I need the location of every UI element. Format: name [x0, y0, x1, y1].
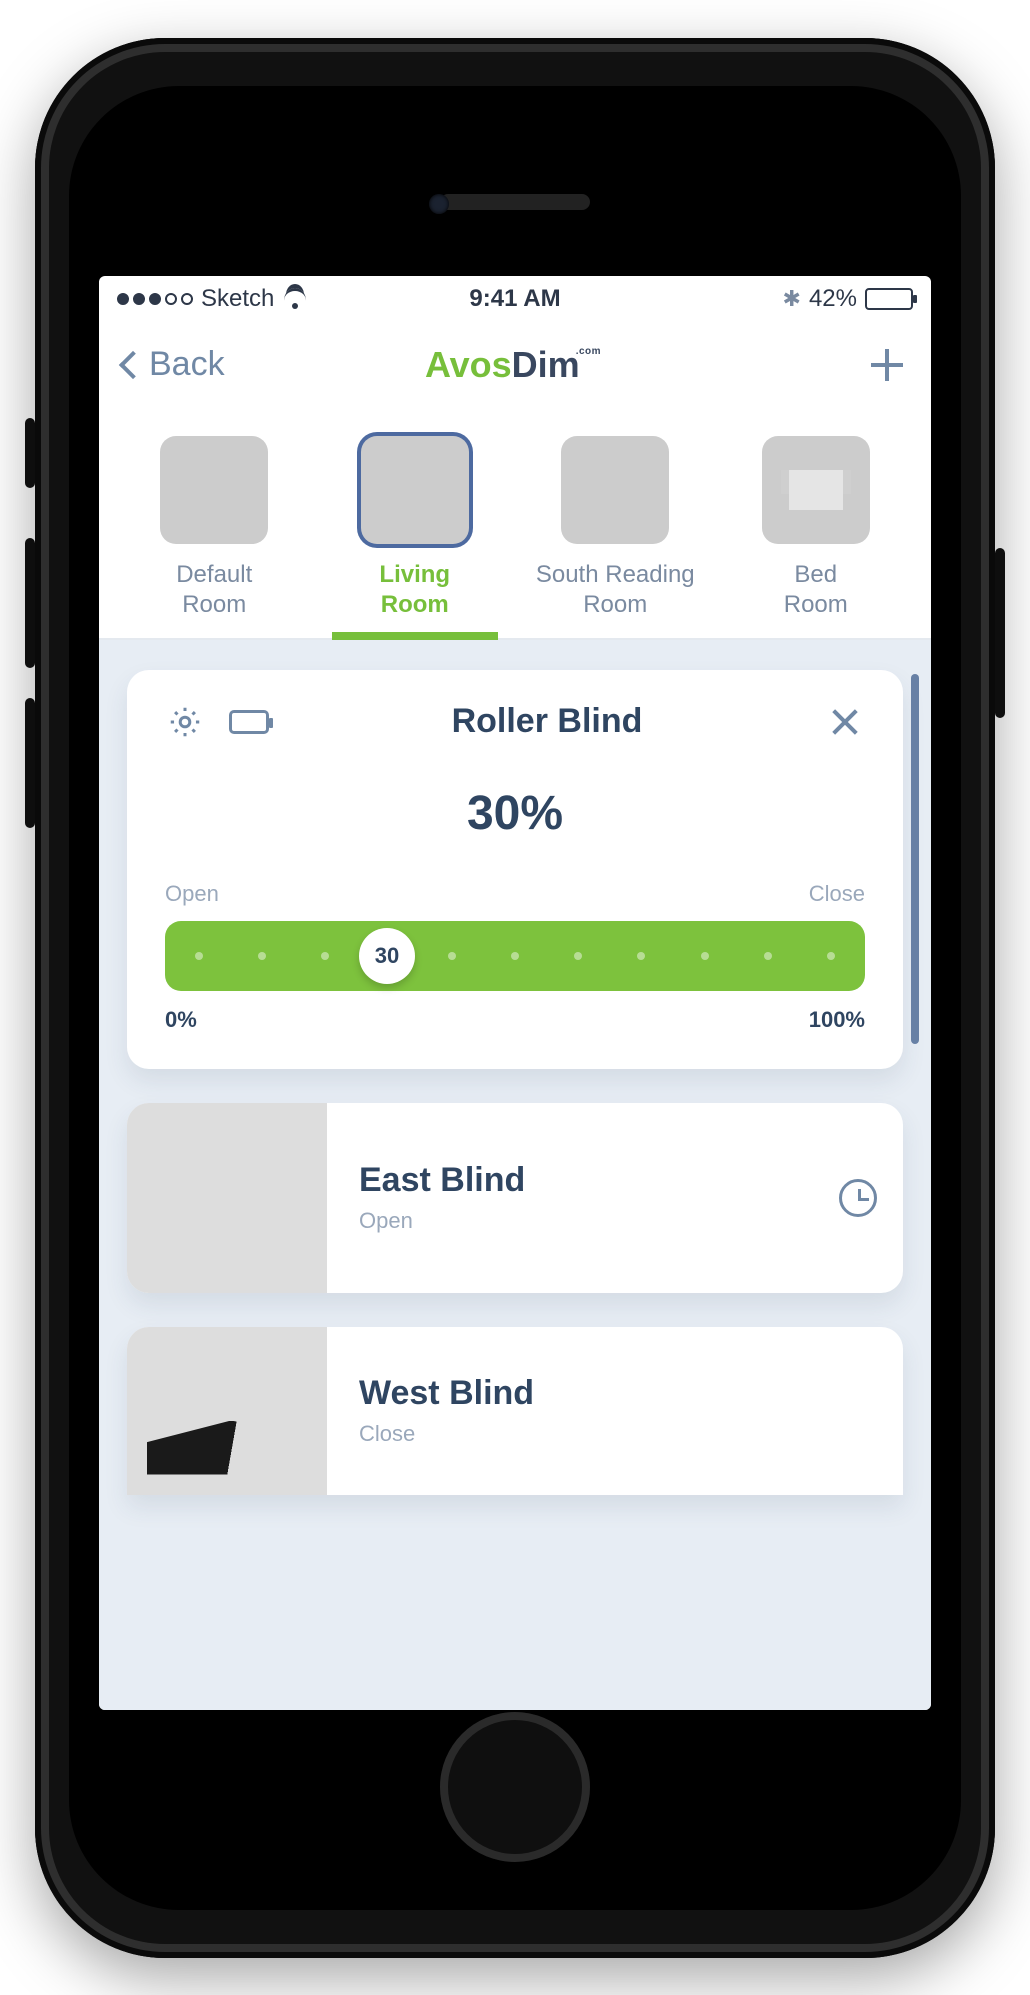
settings-button[interactable]	[165, 702, 205, 742]
room-label: South ReadingRoom	[536, 560, 695, 620]
room-label: DefaultRoom	[176, 560, 252, 620]
device-title: Roller Blind	[293, 702, 801, 741]
chevron-left-icon	[119, 350, 147, 378]
position-percent: 30%	[165, 786, 865, 841]
wifi-icon	[282, 289, 308, 309]
max-label: 100%	[809, 1007, 865, 1033]
min-label: 0%	[165, 1007, 197, 1033]
slider-thumb[interactable]: 30	[359, 928, 415, 984]
content-area: Roller Blind 30% Open Close 30	[99, 640, 931, 1710]
status-bar: Sketch 9:41 AM ✱ 42%	[99, 276, 931, 322]
room-thumb	[561, 436, 669, 544]
room-thumb	[762, 436, 870, 544]
close-label: Close	[809, 881, 865, 907]
battery-pct-label: 42%	[809, 285, 857, 313]
close-button[interactable]	[825, 702, 865, 742]
room-label: BedRoom	[784, 560, 848, 620]
add-button[interactable]	[867, 345, 907, 385]
room-tab-bed[interactable]: BedRoom	[719, 436, 914, 638]
room-tabs: DefaultRoom LivingRoom South ReadingRoom…	[99, 408, 931, 640]
open-label: Open	[165, 881, 219, 907]
back-label: Back	[149, 345, 225, 384]
battery-icon	[229, 702, 269, 742]
back-button[interactable]: Back	[123, 345, 225, 384]
device-name: West Blind	[359, 1374, 781, 1413]
room-tab-default[interactable]: DefaultRoom	[117, 436, 312, 638]
room-label: LivingRoom	[379, 560, 450, 620]
bluetooth-icon: ✱	[783, 286, 801, 312]
device-state: Open	[359, 1208, 781, 1234]
device-control-card: Roller Blind 30% Open Close 30	[127, 670, 903, 1069]
room-thumb	[361, 436, 469, 544]
position-slider[interactable]: 30	[165, 921, 865, 991]
battery-icon	[865, 288, 913, 310]
device-thumb	[127, 1327, 327, 1495]
scroll-indicator[interactable]	[911, 674, 919, 1044]
schedule-button[interactable]	[813, 1103, 903, 1293]
device-name: East Blind	[359, 1161, 781, 1200]
room-thumb	[160, 436, 268, 544]
device-row-east[interactable]: East Blind Open	[127, 1103, 903, 1293]
room-tab-living[interactable]: LivingRoom	[318, 436, 513, 638]
signal-dots-icon	[117, 293, 193, 305]
clock-icon	[839, 1179, 877, 1217]
room-tab-south-reading[interactable]: South ReadingRoom	[518, 436, 713, 638]
nav-bar: Back AvosDim.com	[99, 322, 931, 408]
carrier-label: Sketch	[201, 285, 274, 313]
device-state: Close	[359, 1421, 781, 1447]
device-row-west[interactable]: West Blind Close	[127, 1327, 903, 1495]
device-thumb	[127, 1103, 327, 1293]
